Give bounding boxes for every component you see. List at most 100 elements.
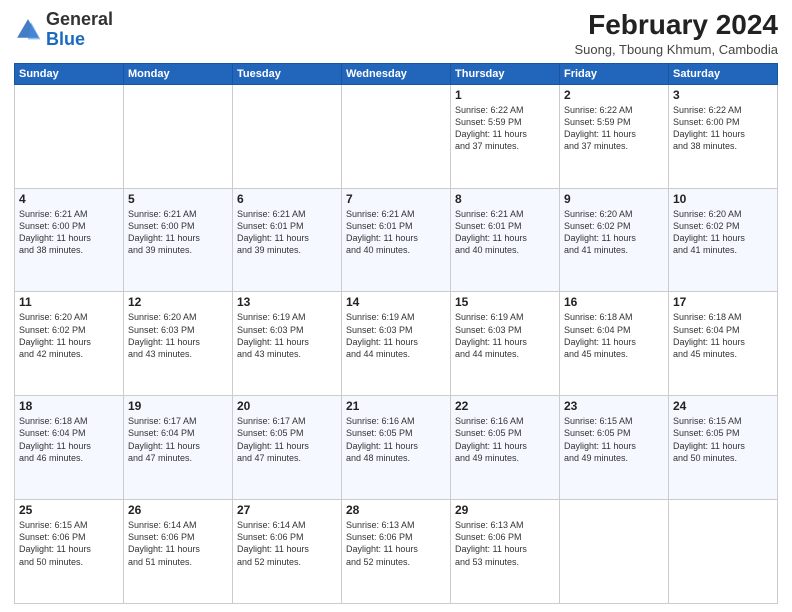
day-info: Sunrise: 6:18 AM Sunset: 6:04 PM Dayligh… (673, 311, 773, 360)
day-info: Sunrise: 6:15 AM Sunset: 6:05 PM Dayligh… (673, 415, 773, 464)
col-saturday: Saturday (669, 63, 778, 84)
table-row: 12 Sunrise: 6:20 AM Sunset: 6:03 PM Dayli… (124, 292, 233, 396)
day-info: Sunrise: 6:13 AM Sunset: 6:06 PM Dayligh… (346, 519, 446, 568)
day-number: 6 (237, 192, 337, 206)
day-info: Sunrise: 6:21 AM Sunset: 6:00 PM Dayligh… (128, 208, 228, 257)
day-number: 25 (19, 503, 119, 517)
logo-text: General Blue (46, 10, 113, 50)
calendar-week-row: 1 Sunrise: 6:22 AM Sunset: 5:59 PM Daylig… (15, 84, 778, 188)
location: Suong, Tboung Khmum, Cambodia (574, 42, 778, 57)
table-row: 22 Sunrise: 6:16 AM Sunset: 6:05 PM Dayli… (451, 396, 560, 500)
day-number: 7 (346, 192, 446, 206)
table-row: 20Sunrise: 6:17 AM Sunset: 6:05 PM Dayli… (233, 396, 342, 500)
table-row: 18 Sunrise: 6:18 AM Sunset: 6:04 PM Dayli… (15, 396, 124, 500)
day-number: 9 (564, 192, 664, 206)
day-info: Sunrise: 6:15 AM Sunset: 6:06 PM Dayligh… (19, 519, 119, 568)
table-row: 24 Sunrise: 6:15 AM Sunset: 6:05 PM Dayli… (669, 396, 778, 500)
table-row: 19 Sunrise: 6:17 AM Sunset: 6:04 PM Dayli… (124, 396, 233, 500)
col-sunday: Sunday (15, 63, 124, 84)
calendar-week-row: 25 Sunrise: 6:15 AM Sunset: 6:06 PM Dayli… (15, 500, 778, 604)
day-info: Sunrise: 6:20 AM Sunset: 6:02 PM Dayligh… (19, 311, 119, 360)
table-row: 25 Sunrise: 6:15 AM Sunset: 6:06 PM Dayli… (15, 500, 124, 604)
day-number: 17 (673, 295, 773, 309)
day-info: Sunrise: 6:18 AM Sunset: 6:04 PM Dayligh… (564, 311, 664, 360)
day-number: 11 (19, 295, 119, 309)
table-row: 1 Sunrise: 6:22 AM Sunset: 5:59 PM Daylig… (451, 84, 560, 188)
table-row (560, 500, 669, 604)
table-row (669, 500, 778, 604)
table-row: 27 Sunrise: 6:14 AM Sunset: 6:06 PM Dayli… (233, 500, 342, 604)
col-monday: Monday (124, 63, 233, 84)
table-row: 2 Sunrise: 6:22 AM Sunset: 5:59 PM Daylig… (560, 84, 669, 188)
day-number: 16 (564, 295, 664, 309)
day-info: Sunrise: 6:17 AM Sunset: 6:04 PM Dayligh… (128, 415, 228, 464)
table-row: 4Sunrise: 6:21 AM Sunset: 6:00 PM Daylig… (15, 188, 124, 292)
calendar-week-row: 11 Sunrise: 6:20 AM Sunset: 6:02 PM Dayli… (15, 292, 778, 396)
day-number: 24 (673, 399, 773, 413)
table-row: 29Sunrise: 6:13 AM Sunset: 6:06 PM Dayli… (451, 500, 560, 604)
table-row: 3Sunrise: 6:22 AM Sunset: 6:00 PM Daylig… (669, 84, 778, 188)
day-number: 5 (128, 192, 228, 206)
day-info: Sunrise: 6:20 AM Sunset: 6:02 PM Dayligh… (673, 208, 773, 257)
table-row: 14 Sunrise: 6:19 AM Sunset: 6:03 PM Dayli… (342, 292, 451, 396)
day-info: Sunrise: 6:13 AM Sunset: 6:06 PM Dayligh… (455, 519, 555, 568)
day-number: 13 (237, 295, 337, 309)
table-row: 21 Sunrise: 6:16 AM Sunset: 6:05 PM Dayli… (342, 396, 451, 500)
day-info: Sunrise: 6:21 AM Sunset: 6:01 PM Dayligh… (455, 208, 555, 257)
day-number: 14 (346, 295, 446, 309)
day-number: 27 (237, 503, 337, 517)
day-number: 26 (128, 503, 228, 517)
calendar-header-row: Sunday Monday Tuesday Wednesday Thursday… (15, 63, 778, 84)
day-info: Sunrise: 6:15 AM Sunset: 6:05 PM Dayligh… (564, 415, 664, 464)
day-number: 12 (128, 295, 228, 309)
day-number: 15 (455, 295, 555, 309)
day-info: Sunrise: 6:22 AM Sunset: 6:00 PM Dayligh… (673, 104, 773, 153)
table-row: 5 Sunrise: 6:21 AM Sunset: 6:00 PM Daylig… (124, 188, 233, 292)
day-info: Sunrise: 6:22 AM Sunset: 5:59 PM Dayligh… (455, 104, 555, 153)
day-info: Sunrise: 6:16 AM Sunset: 6:05 PM Dayligh… (346, 415, 446, 464)
title-block: February 2024 Suong, Tboung Khmum, Cambo… (574, 10, 778, 57)
col-wednesday: Wednesday (342, 63, 451, 84)
day-number: 28 (346, 503, 446, 517)
day-info: Sunrise: 6:17 AM Sunset: 6:05 PM Dayligh… (237, 415, 337, 464)
table-row: 9 Sunrise: 6:20 AM Sunset: 6:02 PM Daylig… (560, 188, 669, 292)
calendar-week-row: 4Sunrise: 6:21 AM Sunset: 6:00 PM Daylig… (15, 188, 778, 292)
day-info: Sunrise: 6:18 AM Sunset: 6:04 PM Dayligh… (19, 415, 119, 464)
col-thursday: Thursday (451, 63, 560, 84)
day-info: Sunrise: 6:16 AM Sunset: 6:05 PM Dayligh… (455, 415, 555, 464)
day-info: Sunrise: 6:19 AM Sunset: 6:03 PM Dayligh… (237, 311, 337, 360)
day-number: 21 (346, 399, 446, 413)
table-row: 23Sunrise: 6:15 AM Sunset: 6:05 PM Dayli… (560, 396, 669, 500)
table-row: 28 Sunrise: 6:13 AM Sunset: 6:06 PM Dayli… (342, 500, 451, 604)
day-number: 1 (455, 88, 555, 102)
logo-icon (14, 16, 42, 44)
day-info: Sunrise: 6:14 AM Sunset: 6:06 PM Dayligh… (128, 519, 228, 568)
day-info: Sunrise: 6:20 AM Sunset: 6:02 PM Dayligh… (564, 208, 664, 257)
day-info: Sunrise: 6:19 AM Sunset: 6:03 PM Dayligh… (455, 311, 555, 360)
table-row (124, 84, 233, 188)
day-number: 22 (455, 399, 555, 413)
day-info: Sunrise: 6:22 AM Sunset: 5:59 PM Dayligh… (564, 104, 664, 153)
table-row: 8Sunrise: 6:21 AM Sunset: 6:01 PM Daylig… (451, 188, 560, 292)
table-row: 6 Sunrise: 6:21 AM Sunset: 6:01 PM Daylig… (233, 188, 342, 292)
page: General Blue February 2024 Suong, Tboung… (0, 0, 792, 612)
day-info: Sunrise: 6:19 AM Sunset: 6:03 PM Dayligh… (346, 311, 446, 360)
table-row: 15 Sunrise: 6:19 AM Sunset: 6:03 PM Dayli… (451, 292, 560, 396)
table-row: 13 Sunrise: 6:19 AM Sunset: 6:03 PM Dayli… (233, 292, 342, 396)
day-number: 2 (564, 88, 664, 102)
table-row: 10Sunrise: 6:20 AM Sunset: 6:02 PM Dayli… (669, 188, 778, 292)
day-number: 18 (19, 399, 119, 413)
calendar-week-row: 18 Sunrise: 6:18 AM Sunset: 6:04 PM Dayli… (15, 396, 778, 500)
col-tuesday: Tuesday (233, 63, 342, 84)
col-friday: Friday (560, 63, 669, 84)
day-number: 19 (128, 399, 228, 413)
table-row: 16 Sunrise: 6:18 AM Sunset: 6:04 PM Dayli… (560, 292, 669, 396)
day-info: Sunrise: 6:21 AM Sunset: 6:00 PM Dayligh… (19, 208, 119, 257)
calendar-table: Sunday Monday Tuesday Wednesday Thursday… (14, 63, 778, 604)
day-info: Sunrise: 6:14 AM Sunset: 6:06 PM Dayligh… (237, 519, 337, 568)
table-row: 26 Sunrise: 6:14 AM Sunset: 6:06 PM Dayli… (124, 500, 233, 604)
day-info: Sunrise: 6:21 AM Sunset: 6:01 PM Dayligh… (237, 208, 337, 257)
day-info: Sunrise: 6:20 AM Sunset: 6:03 PM Dayligh… (128, 311, 228, 360)
month-year: February 2024 (574, 10, 778, 41)
logo: General Blue (14, 10, 113, 50)
